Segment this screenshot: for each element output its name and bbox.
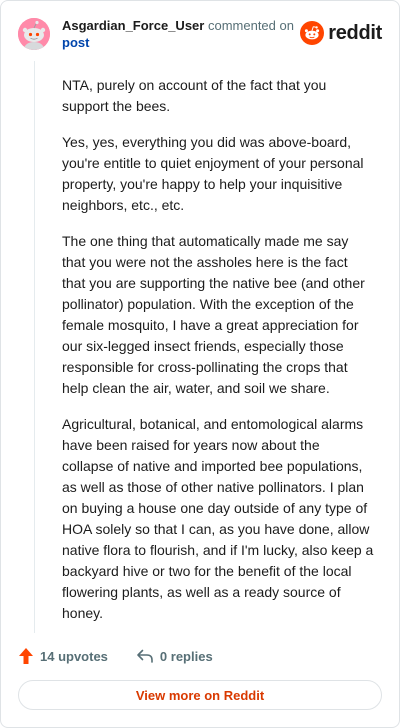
reply-count: 0 replies bbox=[159, 648, 213, 664]
comment-body: NTA, purely on account of the fact that … bbox=[62, 75, 374, 639]
view-more-button[interactable]: View more on Reddit bbox=[18, 680, 382, 710]
post-link[interactable]: post bbox=[62, 35, 89, 51]
upvote-button[interactable]: 14 upvotes bbox=[18, 647, 108, 665]
comment-header: Asgardian_Force_User commented on bbox=[62, 17, 294, 35]
reddit-logo[interactable]: reddit bbox=[300, 21, 382, 45]
comment-paragraph: The one thing that automatically made me… bbox=[62, 233, 365, 396]
snoo-avatar-icon bbox=[18, 18, 50, 50]
reddit-wordmark: reddit bbox=[328, 22, 382, 44]
commented-on-text: commented on bbox=[207, 18, 294, 33]
comment-paragraph: Agricultural, botanical, and entomologic… bbox=[62, 416, 374, 621]
comment-paragraph: Yes, yes, everything you did was above-b… bbox=[62, 134, 364, 213]
reddit-snoo-icon bbox=[300, 21, 325, 45]
upvote-arrow-icon bbox=[19, 648, 33, 664]
comment-paragraph: NTA, purely on account of the fact that … bbox=[62, 77, 327, 114]
comment-actions: 14 upvotes 0 replies bbox=[18, 645, 213, 667]
replies-button[interactable]: 0 replies bbox=[136, 648, 213, 664]
thread-line[interactable] bbox=[34, 61, 35, 633]
author-name[interactable]: Asgardian_Force_User bbox=[62, 18, 204, 33]
embedded-comment-card: Asgardian_Force_User commented on post r… bbox=[0, 0, 400, 728]
upvote-count: 14 upvotes bbox=[40, 648, 108, 664]
avatar[interactable] bbox=[18, 18, 50, 50]
reply-arrow-icon bbox=[137, 649, 153, 663]
